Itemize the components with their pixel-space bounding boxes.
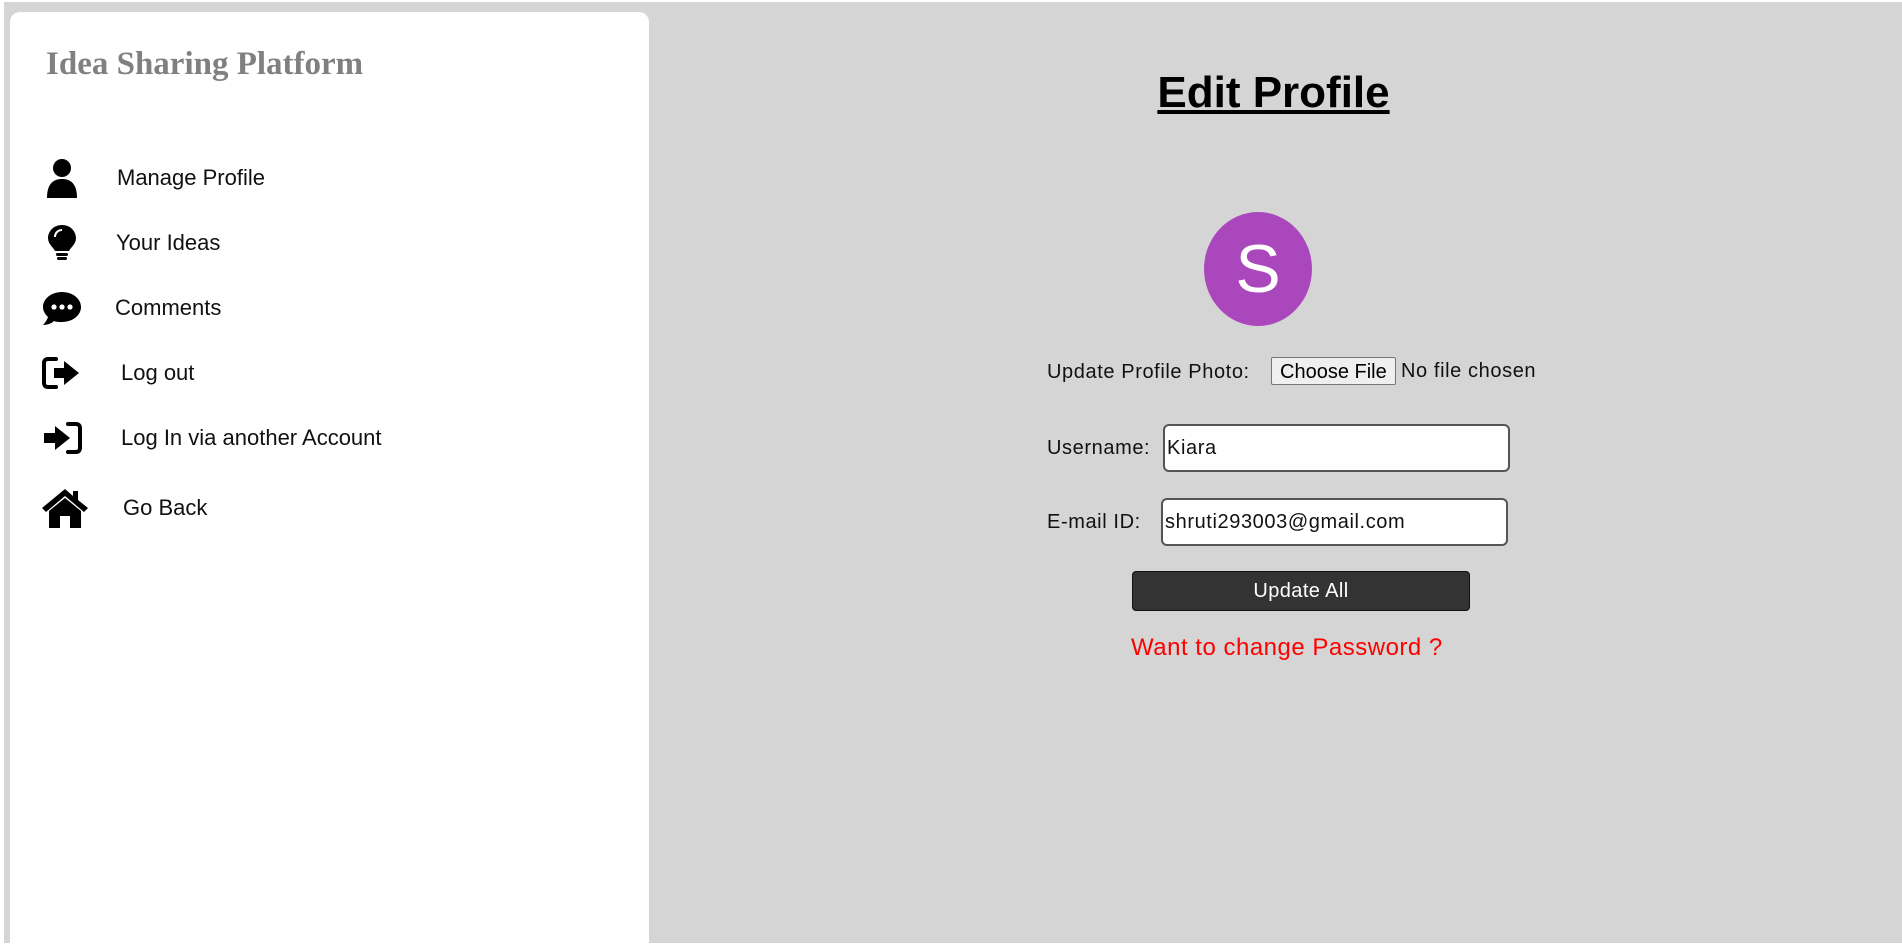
sidebar-item-log-out[interactable]: Log out bbox=[40, 349, 540, 397]
home-icon bbox=[40, 486, 90, 530]
username-input[interactable] bbox=[1163, 424, 1510, 472]
sidebar-item-manage-profile[interactable]: Manage Profile bbox=[40, 154, 540, 202]
sidebar-item-label: Comments bbox=[115, 295, 222, 320]
person-icon bbox=[40, 156, 84, 200]
page-title: Edit Profile bbox=[1157, 68, 1390, 117]
avatar: S bbox=[1204, 212, 1312, 326]
lightbulb-icon bbox=[40, 221, 84, 265]
sign-in-icon bbox=[40, 416, 84, 460]
sidebar-item-label: Manage Profile bbox=[117, 165, 265, 190]
sign-out-icon bbox=[40, 351, 84, 395]
sidebar: Idea Sharing Platform Manage Profile You… bbox=[10, 12, 649, 945]
sidebar-item-label: Go Back bbox=[123, 495, 208, 520]
sidebar-item-label: Your Ideas bbox=[116, 230, 221, 255]
sidebar-item-login-another-account[interactable]: Log In via another Account bbox=[40, 414, 540, 462]
sidebar-item-your-ideas[interactable]: Your Ideas bbox=[40, 219, 540, 267]
username-label: Username: bbox=[1047, 437, 1151, 459]
sidebar-item-label: Log out bbox=[121, 360, 195, 385]
change-password-link[interactable]: Want to change Password ? bbox=[1131, 634, 1443, 662]
sidebar-item-go-back[interactable]: Go Back bbox=[40, 484, 540, 532]
avatar-letter: S bbox=[1235, 231, 1281, 307]
file-status-text: No file chosen bbox=[1401, 360, 1537, 382]
brand-title: Idea Sharing Platform bbox=[46, 46, 364, 82]
sidebar-item-label: Log In via another Account bbox=[121, 425, 382, 450]
comment-dots-icon bbox=[40, 286, 84, 330]
sidebar-item-comments[interactable]: Comments bbox=[40, 284, 540, 332]
choose-file-button[interactable]: Choose File bbox=[1271, 357, 1396, 385]
update-all-button[interactable]: Update All bbox=[1132, 571, 1470, 611]
photo-label: Update Profile Photo: bbox=[1047, 361, 1250, 383]
email-input[interactable] bbox=[1161, 498, 1508, 546]
email-label: E-mail ID: bbox=[1047, 511, 1141, 533]
main-panel: Edit Profile S Update Profile Photo: Cho… bbox=[649, 2, 1902, 943]
